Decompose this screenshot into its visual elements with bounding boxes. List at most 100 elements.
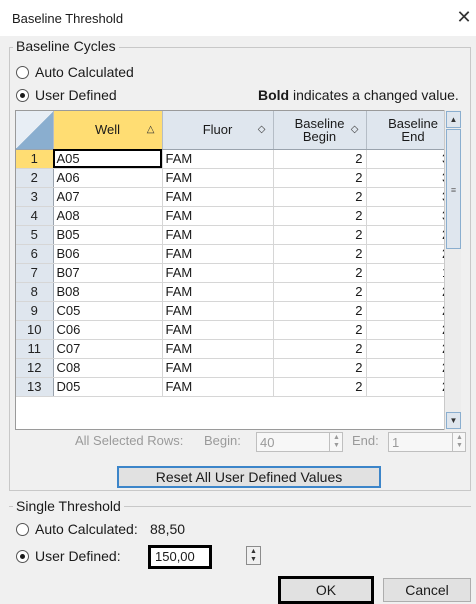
user-threshold-input[interactable]: 150,00 (148, 545, 212, 569)
close-icon[interactable]: ✕ (454, 7, 474, 27)
header-row: Well △ Fluor ◇ Baseline Begin ◇ Baseline E… (16, 111, 459, 150)
well-cell[interactable]: A07 (53, 187, 163, 207)
table-row[interactable]: 7 B07 FAM 2 18 (16, 263, 459, 283)
row-number[interactable]: 13 (16, 377, 54, 397)
well-cell[interactable]: C05 (53, 301, 163, 321)
baseline-begin-cell[interactable]: 2 (273, 282, 367, 302)
baseline-auto-radio[interactable]: Auto Calculated (16, 64, 134, 80)
fluor-cell[interactable]: FAM (162, 282, 274, 302)
fluor-cell[interactable]: FAM (162, 244, 274, 264)
radio-checked-icon (16, 549, 29, 563)
fluor-cell[interactable]: FAM (162, 377, 274, 397)
all-end-spinner[interactable]: 1 ▲ ▼ (388, 432, 466, 452)
baseline-begin-cell[interactable]: 2 (273, 339, 367, 359)
table-row[interactable]: 5 B05 FAM 2 23 (16, 225, 459, 245)
fluor-cell[interactable]: FAM (162, 358, 274, 378)
table-row[interactable]: 6 B06 FAM 2 29 (16, 244, 459, 264)
baseline-begin-cell[interactable]: 2 (273, 225, 367, 245)
well-cell[interactable]: B05 (53, 225, 163, 245)
baseline-begin-cell[interactable]: 2 (273, 320, 367, 340)
all-selected-rows-label: All Selected Rows: (75, 433, 184, 448)
well-cell[interactable]: B07 (53, 263, 163, 283)
well-cell[interactable]: C06 (53, 320, 163, 340)
scroll-thumb[interactable]: ≡ (446, 129, 461, 249)
threshold-user-radio[interactable]: User Defined: (16, 548, 121, 564)
table-row[interactable]: 4 A08 FAM 2 39 (16, 206, 459, 226)
table-row[interactable]: 2 A06 FAM 2 39 (16, 168, 459, 188)
threshold-auto-radio[interactable]: Auto Calculated: (16, 521, 138, 537)
table-row[interactable]: 11 C07 FAM 2 20 (16, 339, 459, 359)
baseline-begin-cell[interactable]: 2 (273, 206, 367, 226)
row-number[interactable]: 2 (16, 168, 54, 188)
row-number[interactable]: 9 (16, 301, 54, 321)
row-number[interactable]: 7 (16, 263, 54, 283)
reset-all-user-defined-button[interactable]: Reset All User Defined Values (117, 466, 381, 488)
table-row[interactable]: 3 A07 FAM 2 39 (16, 187, 459, 207)
changed-value-note: Bold indicates a changed value. (258, 87, 459, 103)
title-bar: Baseline Threshold ✕ (0, 0, 476, 36)
cancel-button[interactable]: Cancel (383, 578, 471, 602)
baseline-begin-cell[interactable]: 2 (273, 377, 367, 397)
fluor-cell[interactable]: FAM (162, 149, 274, 169)
table-row[interactable]: 10 C06 FAM 2 29 (16, 320, 459, 340)
well-cell[interactable]: C07 (53, 339, 163, 359)
table-row[interactable]: 1 A05 FAM 2 39 (16, 149, 459, 169)
all-begin-spinner[interactable]: 40 ▲ ▼ (256, 432, 343, 452)
grid-vertical-scrollbar[interactable]: ▲ ≡ ▼ (444, 110, 461, 430)
spin-arrows-icon[interactable]: ▲ ▼ (329, 433, 343, 451)
fluor-cell[interactable]: FAM (162, 263, 274, 283)
baseline-begin-cell[interactable]: 2 (273, 168, 367, 188)
ok-button[interactable]: OK (278, 576, 374, 604)
table-row[interactable]: 9 C05 FAM 2 21 (16, 301, 459, 321)
column-header-baseline-begin[interactable]: Baseline Begin ◇ (273, 111, 367, 150)
table-row[interactable]: 12 C08 FAM 2 29 (16, 358, 459, 378)
wells-grid[interactable]: Well △ Fluor ◇ Baseline Begin ◇ Baseline E… (15, 110, 460, 430)
fluor-cell[interactable]: FAM (162, 168, 274, 188)
well-cell[interactable]: D05 (53, 377, 163, 397)
table-row[interactable]: 13 D05 FAM 2 22 (16, 377, 459, 397)
fluor-cell[interactable]: FAM (162, 339, 274, 359)
well-cell[interactable]: A05 (53, 149, 163, 169)
baseline-begin-cell[interactable]: 2 (273, 149, 367, 169)
well-cell[interactable]: B06 (53, 244, 163, 264)
spin-arrows-icon[interactable]: ▲ ▼ (246, 546, 261, 565)
row-number[interactable]: 11 (16, 339, 54, 359)
baseline-begin-cell[interactable]: 2 (273, 187, 367, 207)
row-number[interactable]: 1 (16, 149, 54, 169)
column-header-well[interactable]: Well △ (53, 111, 163, 150)
fluor-cell[interactable]: FAM (162, 187, 274, 207)
fluor-cell[interactable]: FAM (162, 206, 274, 226)
scroll-down-icon[interactable]: ▼ (446, 412, 461, 429)
well-cell[interactable]: A06 (53, 168, 163, 188)
select-all-corner[interactable] (16, 111, 54, 150)
fluor-cell[interactable]: FAM (162, 301, 274, 321)
row-number[interactable]: 12 (16, 358, 54, 378)
end-label: End: (352, 433, 379, 448)
baseline-begin-cell[interactable]: 2 (273, 244, 367, 264)
scroll-up-icon[interactable]: ▲ (446, 111, 461, 128)
well-cell[interactable]: B08 (53, 282, 163, 302)
column-header-fluor[interactable]: Fluor ◇ (162, 111, 274, 150)
table-row[interactable]: 8 B08 FAM 2 28 (16, 282, 459, 302)
baseline-cycles-legend: Baseline Cycles (13, 38, 119, 54)
begin-header-line2: Begin (302, 128, 337, 144)
fluor-cell[interactable]: FAM (162, 320, 274, 340)
well-header-label: Well (94, 122, 121, 138)
baseline-user-radio[interactable]: User Defined (16, 87, 117, 103)
well-cell[interactable]: C08 (53, 358, 163, 378)
row-number[interactable]: 10 (16, 320, 54, 340)
baseline-begin-cell[interactable]: 2 (273, 263, 367, 283)
row-number[interactable]: 5 (16, 225, 54, 245)
spin-arrows-icon[interactable]: ▲ ▼ (452, 433, 466, 451)
row-number[interactable]: 6 (16, 244, 54, 264)
baseline-begin-cell[interactable]: 2 (273, 358, 367, 378)
well-cell[interactable]: A08 (53, 206, 163, 226)
row-number[interactable]: 4 (16, 206, 54, 226)
baseline-user-label: User Defined (35, 87, 117, 103)
end-header-label: Baseline End (388, 117, 438, 143)
row-number[interactable]: 8 (16, 282, 54, 302)
baseline-begin-cell[interactable]: 2 (273, 301, 367, 321)
row-number[interactable]: 3 (16, 187, 54, 207)
fluor-cell[interactable]: FAM (162, 225, 274, 245)
sort-ascending-icon: △ (146, 124, 155, 135)
